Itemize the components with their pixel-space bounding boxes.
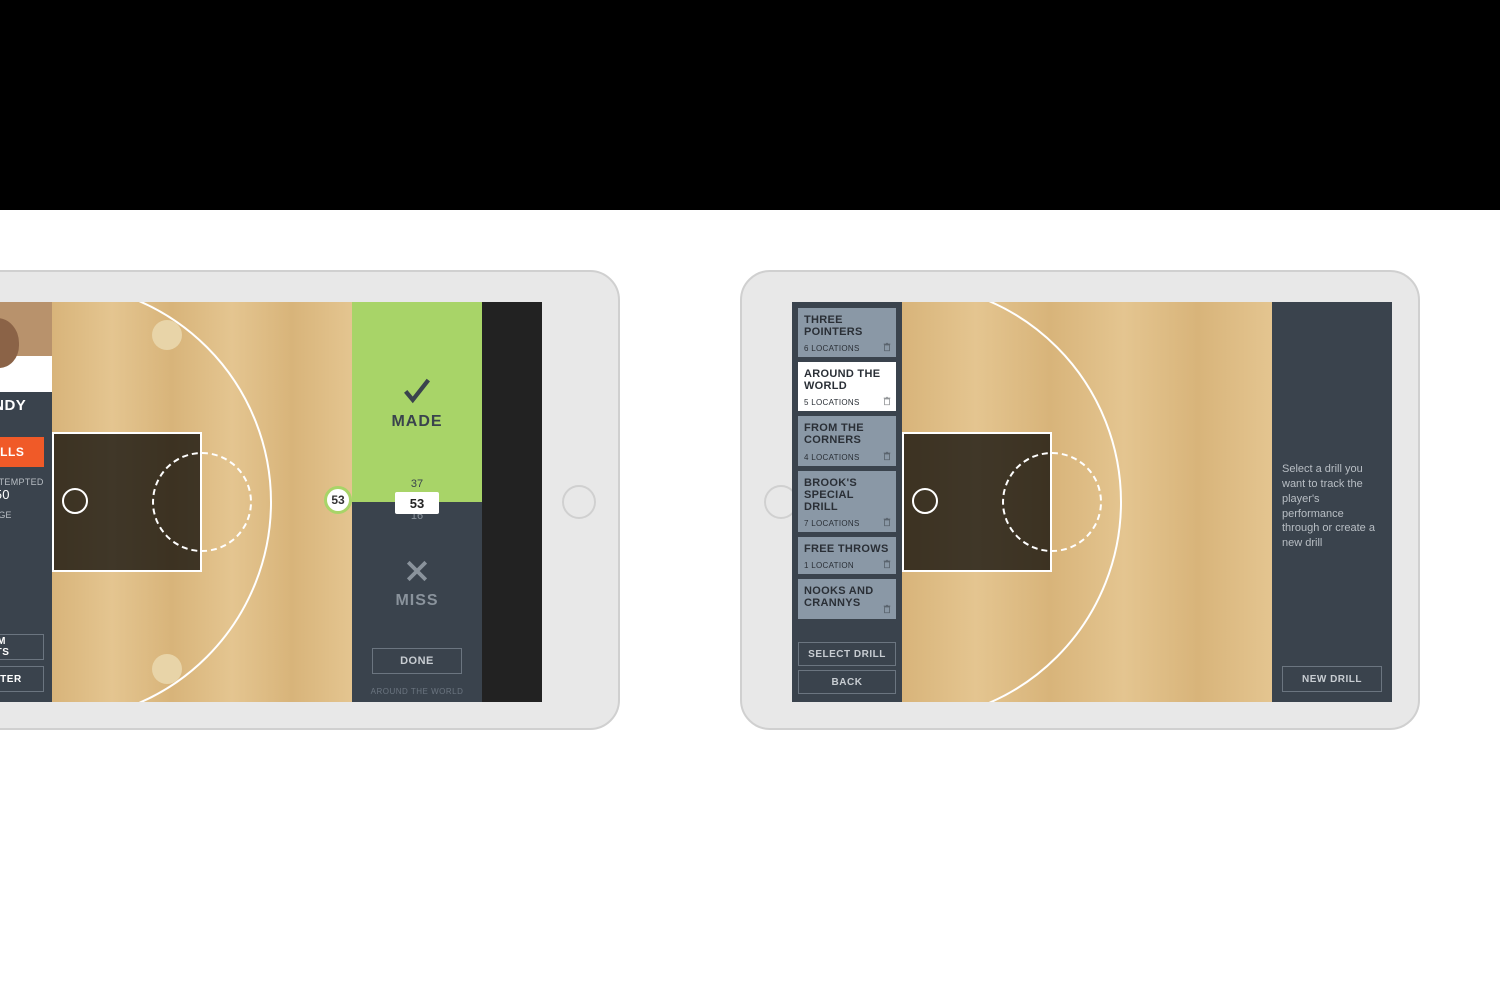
header-black-band — [0, 0, 1500, 210]
drill-locations: 4 LOCATIONS — [804, 453, 890, 462]
check-icon — [400, 373, 434, 407]
screen-drill-select: THREE POINTERS 6 LOCATIONS AROUND THE WORL… — [792, 302, 1392, 702]
free-throw-circle — [152, 452, 252, 552]
select-drill-button[interactable]: SELECT DRILL — [798, 642, 896, 666]
stats-row: MADE134 ATTEMPTED150 — [0, 473, 52, 506]
player-first-name: RANDY — [0, 398, 26, 413]
made-button[interactable]: MADE — [352, 302, 482, 502]
drill-name: AROUND THE WORLD — [804, 368, 890, 392]
drill-name: BROOK'S SPECIAL DRILL — [804, 477, 890, 513]
drill-locations: 5 LOCATIONS — [804, 398, 890, 407]
tablet-shot-tracker: 53 NETS 2 RANDY FOYE DRILLS MADE134 ATTE… — [0, 270, 620, 730]
drill-item[interactable]: BROOK'S SPECIAL DRILL 7 LOCATIONS — [798, 471, 896, 532]
x-icon — [402, 556, 432, 586]
made-label: MADE — [391, 413, 442, 431]
drills-button-label: DRILLS — [0, 445, 24, 459]
court-halfcourt — [902, 302, 1272, 702]
drill-name: THREE POINTERS — [804, 314, 890, 338]
total-counter: 53 — [395, 492, 439, 514]
drill-locations: 1 LOCATION — [804, 561, 890, 570]
drill-list-sidebar: THREE POINTERS 6 LOCATIONS AROUND THE WORL… — [792, 302, 902, 702]
current-drill-label: AROUND THE WORLD — [352, 687, 482, 696]
miss-label: MISS — [395, 592, 438, 610]
active-shot-marker[interactable]: 53 — [324, 486, 352, 514]
new-drill-button[interactable]: NEW DRILL — [1282, 666, 1382, 692]
player-name-row: 2 RANDY FOYE — [0, 392, 52, 431]
trash-icon[interactable] — [882, 516, 892, 528]
back-button[interactable]: BACK — [798, 670, 896, 694]
drill-name: FREE THROWS — [804, 543, 890, 555]
court-halfcourt[interactable]: 53 — [52, 302, 352, 702]
shot-spot[interactable] — [152, 654, 182, 684]
team-stats-button[interactable]: TEAM STATS — [0, 634, 44, 660]
trash-icon[interactable] — [882, 341, 892, 353]
percentage-stat: PERCENTAGE89% — [0, 506, 52, 539]
done-button[interactable]: DONE — [372, 648, 462, 674]
tablet-drill-select: THREE POINTERS 6 LOCATIONS AROUND THE WORL… — [740, 270, 1420, 730]
drill-item[interactable]: FROM THE CORNERS 4 LOCATIONS — [798, 416, 896, 465]
player-last-name: FOYE — [0, 413, 26, 424]
right-panel: Select a drill you want to track the pla… — [1272, 302, 1392, 702]
drill-item[interactable]: THREE POINTERS 6 LOCATIONS — [798, 308, 896, 357]
drill-name: FROM THE CORNERS — [804, 422, 890, 446]
avatar — [0, 318, 19, 368]
roster-button[interactable]: ROSTER — [0, 666, 44, 692]
drill-item[interactable]: AROUND THE WORLD 5 LOCATIONS — [798, 362, 896, 411]
made-count: 37 — [352, 478, 482, 490]
drill-item[interactable]: FREE THROWS 1 LOCATION — [798, 537, 896, 574]
shot-spot[interactable] — [152, 320, 182, 350]
drill-list: THREE POINTERS 6 LOCATIONS AROUND THE WORL… — [798, 308, 896, 619]
drills-button[interactable]: DRILLS — [0, 437, 44, 467]
home-button-icon — [562, 485, 596, 519]
trash-icon[interactable] — [882, 603, 892, 615]
trash-icon[interactable] — [882, 450, 892, 462]
player-photo: NETS — [0, 302, 52, 392]
player-sidebar: NETS 2 RANDY FOYE DRILLS MADE134 ATTEMPT… — [0, 302, 52, 702]
drill-locations: 6 LOCATIONS — [804, 344, 890, 353]
miss-button[interactable]: 16 MISS DONE AROUND THE WORLD — [352, 502, 482, 702]
drill-item[interactable]: NOOKS AND CRANNYS — [798, 579, 896, 619]
trash-icon[interactable] — [882, 395, 892, 407]
hoop-icon — [912, 488, 938, 514]
free-throw-circle — [1002, 452, 1102, 552]
hoop-icon — [62, 488, 88, 514]
drill-locations: 7 LOCATIONS — [804, 519, 890, 528]
drill-help-text: Select a drill you want to track the pla… — [1282, 462, 1382, 551]
drill-name: NOOKS AND CRANNYS — [804, 585, 890, 609]
trash-icon[interactable] — [882, 558, 892, 570]
screen-shot-tracker: 53 NETS 2 RANDY FOYE DRILLS MADE134 ATTE… — [0, 302, 542, 702]
